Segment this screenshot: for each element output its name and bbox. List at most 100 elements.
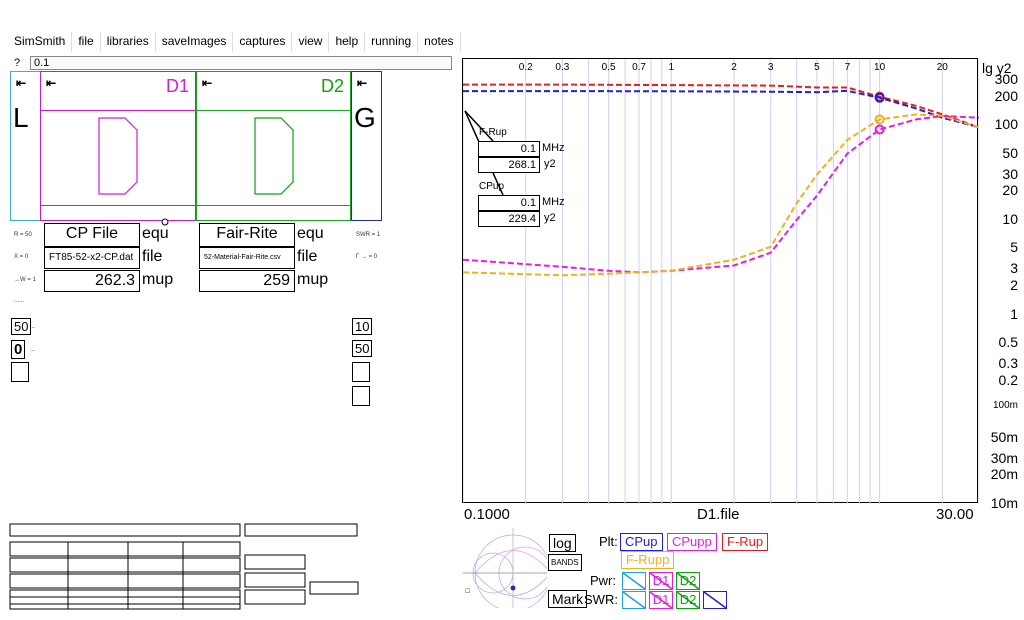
menu-simsmith[interactable]: SimSmith bbox=[8, 32, 73, 52]
menu-notes[interactable]: notes bbox=[418, 32, 461, 52]
right-value-box[interactable]: 10 bbox=[352, 318, 373, 335]
x-tick-label: 0.3 bbox=[555, 62, 569, 73]
d2-equation-suffix: equ bbox=[297, 225, 324, 242]
bands-button[interactable]: BANDS bbox=[548, 554, 582, 571]
left-value-box[interactable]: 50 bbox=[11, 318, 32, 335]
x-tick-label: 2 bbox=[731, 62, 737, 73]
y-tick-label: 30 bbox=[1002, 165, 1018, 182]
tiny-label: →W = 1 bbox=[14, 277, 36, 283]
d1-file-field[interactable]: FT85-52-x2-CP.dat bbox=[44, 247, 140, 269]
x-min-label: 0.1000 bbox=[464, 506, 510, 523]
tiny-label: X = 0 bbox=[14, 254, 29, 260]
y-tick-label: 0.5 bbox=[998, 334, 1018, 351]
d1-equation-field[interactable]: CP File bbox=[44, 223, 140, 247]
menu-running[interactable]: running bbox=[365, 32, 419, 52]
chart-area[interactable]: 0.2 0.3 0.5 0.7 1 2 3 5 7 10 20 F-Rup 0.1 MHz 268.… bbox=[462, 58, 979, 504]
left-empty-box[interactable] bbox=[11, 362, 29, 382]
d1-mup-field[interactable]: 262.3 bbox=[44, 270, 140, 292]
pwr-toggle-d2[interactable]: D2 bbox=[676, 572, 700, 590]
d2-device-icon bbox=[254, 117, 294, 195]
cpup-label: CPup bbox=[479, 181, 505, 192]
y-axis-title: lg y2 bbox=[982, 60, 1012, 76]
d1-label: D1 bbox=[165, 76, 189, 96]
tiny-label: Γ → = 0 bbox=[356, 254, 378, 260]
swr-toggle-slot0[interactable] bbox=[622, 591, 646, 609]
d2-file-field[interactable]: 52-Material-Fair-Rite.csv bbox=[199, 247, 295, 269]
y-tick-label: 20m bbox=[990, 466, 1018, 483]
y-tick-label: 50 bbox=[1002, 144, 1018, 161]
menu-help[interactable]: help bbox=[329, 32, 366, 52]
swr-toggle-d1[interactable]: D1 bbox=[649, 591, 673, 609]
cpup-value-field: 229.4 bbox=[478, 211, 540, 227]
left-value-box[interactable]: 0 bbox=[11, 340, 26, 359]
x-tick-label: 0.2 bbox=[519, 62, 533, 73]
plot-label: Plt: bbox=[599, 534, 618, 549]
command-input[interactable]: 0.1 bbox=[30, 56, 452, 70]
component-palette[interactable] bbox=[8, 522, 360, 614]
cpup-freq-field[interactable]: 0.1 bbox=[478, 195, 540, 211]
y-tick-label: 20 bbox=[1002, 182, 1018, 199]
tiny-label: ... bbox=[30, 324, 36, 330]
menu-captures[interactable]: captures bbox=[233, 32, 293, 52]
menu-view[interactable]: view bbox=[292, 32, 330, 52]
plot-tag-cpupp[interactable]: CPupp bbox=[667, 533, 717, 551]
y-tick-label: 1 bbox=[1010, 305, 1018, 322]
y-tick-label: 100 bbox=[994, 116, 1018, 133]
cpup-unit: MHz bbox=[542, 196, 565, 208]
series-cpup bbox=[463, 89, 979, 129]
y-axis: 300 200 100 50 30 20 10 5 3 2 1 0.5 0.3 0.2 100m 50m 30m… bbox=[978, 58, 1024, 518]
x-tick-label: 0.7 bbox=[632, 62, 646, 73]
fup-label: F-Rup bbox=[479, 127, 507, 138]
x-max-label: 30.00 bbox=[936, 506, 974, 523]
d1-top-wire bbox=[41, 110, 195, 111]
plot-tag-f-rupp[interactable]: F-Rupp bbox=[621, 551, 675, 569]
y-tick-label: 5 bbox=[1010, 239, 1018, 256]
right-value-box[interactable]: 50 bbox=[352, 340, 373, 357]
d1-block[interactable]: ⇤ D1 bbox=[40, 71, 196, 221]
menu-file[interactable]: file bbox=[72, 32, 101, 52]
mark-button[interactable]: Mark bbox=[548, 590, 588, 608]
d1-equation-suffix: equ bbox=[142, 225, 169, 242]
port-arrow-icon: ⇤ bbox=[16, 76, 27, 90]
d1-file-suffix: file bbox=[142, 248, 163, 265]
y-tick-label: 10 bbox=[1002, 210, 1018, 227]
plot-tag-cpup[interactable]: CPup bbox=[620, 533, 663, 551]
swr-toggle-slot3[interactable] bbox=[703, 591, 727, 609]
load-block[interactable]: ⇤ L bbox=[10, 71, 41, 221]
d2-bottom-wire bbox=[197, 205, 350, 206]
x-tick-label: 10 bbox=[874, 62, 886, 73]
right-empty-box[interactable] bbox=[352, 386, 370, 406]
right-empty-box[interactable] bbox=[352, 362, 370, 382]
d1-device-icon bbox=[98, 117, 138, 195]
mini-smith-chart[interactable]: ☐ bbox=[463, 528, 547, 608]
command-prompt: ? bbox=[14, 57, 21, 69]
d2-mup-suffix: mup bbox=[297, 271, 329, 288]
menu-saveimages[interactable]: saveImages bbox=[155, 32, 234, 52]
y-tick-label: 0.3 bbox=[998, 355, 1018, 372]
y-tick-label: 100m bbox=[992, 400, 1018, 412]
d2-mup-field[interactable]: 259 bbox=[199, 270, 295, 292]
fup-freq-field[interactable]: 0.1 bbox=[478, 141, 540, 157]
y-tick-label: 0.2 bbox=[998, 371, 1018, 388]
pwr-toggle-d1[interactable]: D1 bbox=[649, 572, 673, 590]
menu-libraries[interactable]: libraries bbox=[100, 32, 156, 52]
y-tick-label: 3 bbox=[1010, 260, 1018, 277]
generator-letter: G bbox=[354, 102, 376, 133]
chart-svg: 0.2 0.3 0.5 0.7 1 2 3 5 7 10 20 bbox=[463, 59, 979, 504]
pwr-toggle-slot0[interactable] bbox=[622, 572, 646, 590]
menu-bar: SimSmith file libraries saveImages captures v… bbox=[8, 32, 461, 52]
power-label: Pwr: bbox=[590, 573, 616, 588]
x-tick-label: 7 bbox=[845, 62, 851, 73]
tiny-label: SWR = 1 bbox=[356, 232, 381, 238]
y-tick-label: 2 bbox=[1010, 277, 1018, 294]
d2-equation-field[interactable]: Fair-Rite bbox=[199, 223, 295, 247]
generator-block[interactable]: ⇤ G bbox=[351, 71, 382, 221]
y-tick-label: 50m bbox=[990, 428, 1018, 445]
d1-mup-suffix: mup bbox=[142, 271, 174, 288]
plot-tag-f-rup[interactable]: F-Rup bbox=[722, 533, 769, 551]
y-tick-label: 10m bbox=[990, 495, 1018, 511]
d2-block[interactable]: ⇤ D2 bbox=[196, 71, 351, 221]
log-button[interactable]: log bbox=[549, 534, 576, 552]
swr-toggle-d2[interactable]: D2 bbox=[676, 591, 700, 609]
d2-label: D2 bbox=[320, 76, 344, 96]
